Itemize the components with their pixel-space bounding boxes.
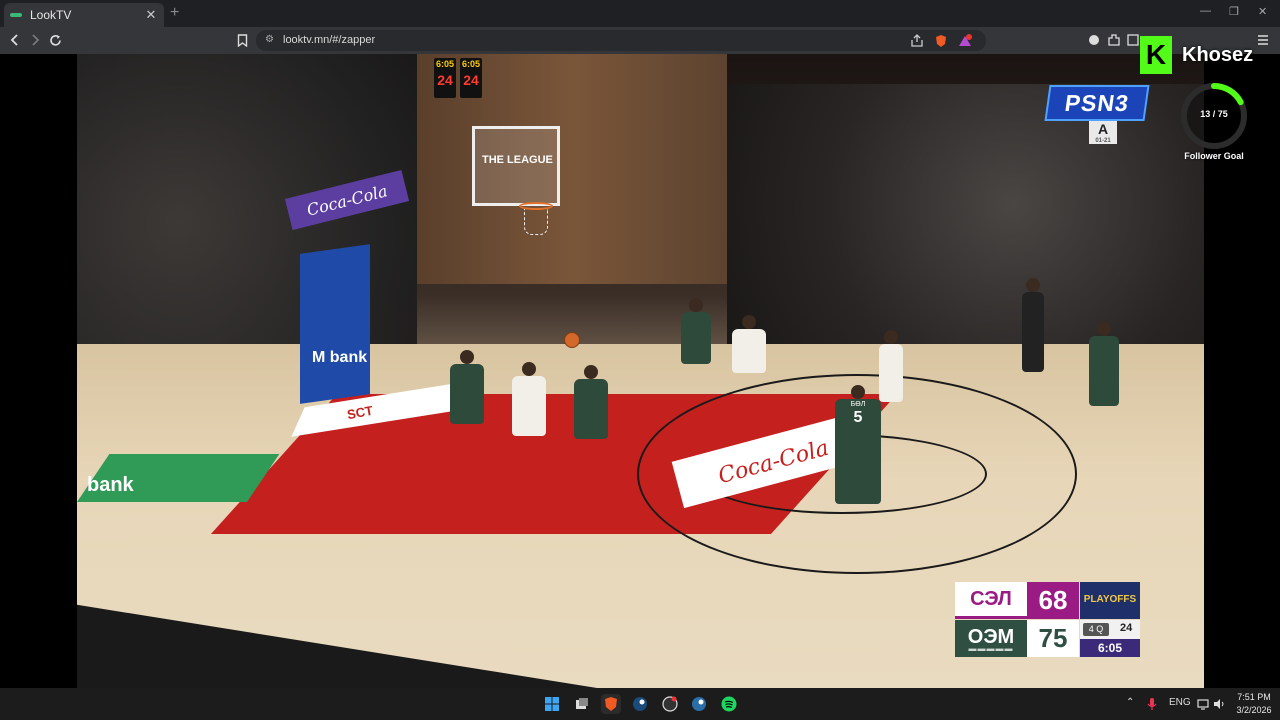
obs-taskbar-button[interactable] (660, 694, 680, 714)
tray-overflow-icon[interactable]: ⌃ (1126, 697, 1134, 708)
bookmark-icon (237, 33, 247, 47)
kick-logo-letter: K (1145, 39, 1167, 70)
tab-looktv[interactable]: LookTV ✕ (4, 3, 164, 27)
shot-clock-left: 6:05 24 (434, 58, 456, 98)
new-tab-button[interactable]: + (170, 4, 179, 22)
task-view-icon (576, 698, 588, 709)
sidebar-icon[interactable] (1126, 33, 1140, 47)
player (879, 330, 903, 402)
reload-icon (49, 34, 61, 46)
address-bar[interactable]: ⚙ looktv.mn/#/zapper (256, 30, 986, 51)
streamer-name: Khosez (1182, 44, 1254, 66)
volume-icon[interactable] (1213, 698, 1225, 710)
shot-clock-game-time: 6:05 (461, 59, 480, 69)
microphone-icon[interactable] (1147, 697, 1157, 711)
tab-strip: LookTV ✕ + — ❐ ✕ (0, 0, 1280, 27)
forward-arrow-icon (32, 34, 40, 46)
shot-clock-value: 24 (437, 72, 453, 88)
stanchion-ad-text: M bank (312, 349, 368, 366)
jersey-number: 5 (853, 409, 863, 426)
maximize-button[interactable]: ❐ (1229, 5, 1239, 18)
steam-taskbar-button[interactable] (630, 694, 650, 714)
taskbar-date[interactable]: 3/2/2026 (1230, 705, 1278, 715)
kick-logo-icon: K (1140, 36, 1172, 74)
jersey-name: БӨЛ (850, 401, 866, 408)
player (450, 350, 484, 424)
brave-rewards-icon[interactable] (958, 34, 972, 48)
follower-goal-count: 13 / 75 (1200, 109, 1228, 119)
steam-2-taskbar-button[interactable] (689, 694, 709, 714)
team1-name: СЭЛ (955, 582, 1027, 619)
brave-shields-icon[interactable] (934, 34, 948, 48)
taskbar-time[interactable]: 7:51 PM (1234, 692, 1274, 702)
tab-close-icon[interactable]: ✕ (144, 7, 158, 23)
back-button[interactable] (6, 31, 24, 49)
spotify-taskbar-button[interactable] (719, 694, 739, 714)
steam-2-icon (692, 697, 706, 711)
network-icon[interactable] (1197, 698, 1209, 710)
menu-icon[interactable] (1256, 33, 1270, 47)
player (1089, 322, 1119, 406)
windows-taskbar: ⌃ ENG 7:51 PM 3/2/2026 (0, 688, 1280, 720)
mbank-floor-ad-text: bank (87, 474, 134, 496)
brave-taskbar-button[interactable] (601, 694, 621, 714)
team1-score: 68 (1027, 582, 1079, 619)
close-window-button[interactable]: ✕ (1258, 5, 1267, 18)
follower-goal-label: Follower Goal (1184, 151, 1244, 161)
backboard (472, 126, 560, 206)
shot-clock-readout: 24 (1120, 622, 1133, 634)
browser-toolbar: ⚙ looktv.mn/#/zapper (0, 27, 1280, 54)
section-letter: A (1097, 121, 1109, 137)
channel-logo: PSN3 (1044, 85, 1150, 121)
shot-clock-game-time: 6:05 (435, 59, 454, 69)
start-icon (545, 697, 559, 711)
player (732, 315, 766, 373)
obs-icon (662, 696, 678, 712)
looktv-favicon-icon (10, 10, 26, 20)
arena-section-sign: A 01-21 (1089, 120, 1117, 144)
player (574, 365, 608, 439)
game-info: 4 Q 24 (1080, 620, 1140, 639)
shot-clock-right: 6:05 24 (460, 58, 482, 98)
game-clock: 6:05 (1080, 639, 1140, 657)
url-text[interactable]: looktv.mn/#/zapper (283, 34, 375, 46)
team2-fouls: ▬▬▬▬▬ (968, 644, 1014, 653)
basket-net (524, 209, 548, 235)
bookmark-button[interactable] (233, 31, 251, 49)
crowd-right (727, 84, 1204, 384)
tab-title: LookTV (30, 8, 72, 22)
steam-icon (633, 697, 647, 711)
minimize-button[interactable]: — (1200, 5, 1211, 17)
back-arrow-icon (10, 34, 18, 46)
scoreboard: СЭЛ 68 ОЭМ ▬▬▬▬▬ 75 PLAYOFFS 4 Q 24 6:05 (955, 582, 1140, 657)
team2-score: 75 (1027, 620, 1079, 657)
quarter-indicator: 4 Q (1083, 623, 1109, 636)
spotify-icon (721, 696, 737, 712)
forward-button[interactable] (26, 31, 44, 49)
language-indicator[interactable]: ENG (1169, 697, 1191, 708)
reload-button[interactable] (46, 31, 64, 49)
player-number-5: БӨЛ 5 (835, 385, 881, 504)
share-icon[interactable] (910, 34, 924, 48)
section-range: 01-21 (1095, 138, 1111, 144)
vpn-icon[interactable] (1087, 33, 1101, 47)
task-view-button[interactable] (572, 694, 592, 714)
brave-icon (605, 697, 617, 711)
shot-clock-value: 24 (463, 72, 479, 88)
player (681, 298, 711, 364)
referee (1022, 278, 1044, 372)
start-button[interactable] (542, 694, 562, 714)
basket-stanchion (300, 244, 370, 404)
playoffs-badge: PLAYOFFS (1080, 582, 1140, 619)
player (512, 362, 546, 436)
backboard-text: THE LEAGUE (482, 154, 553, 166)
site-info-icon[interactable]: ⚙ (265, 34, 274, 45)
extensions-icon[interactable] (1107, 33, 1121, 47)
basketball (564, 332, 580, 348)
